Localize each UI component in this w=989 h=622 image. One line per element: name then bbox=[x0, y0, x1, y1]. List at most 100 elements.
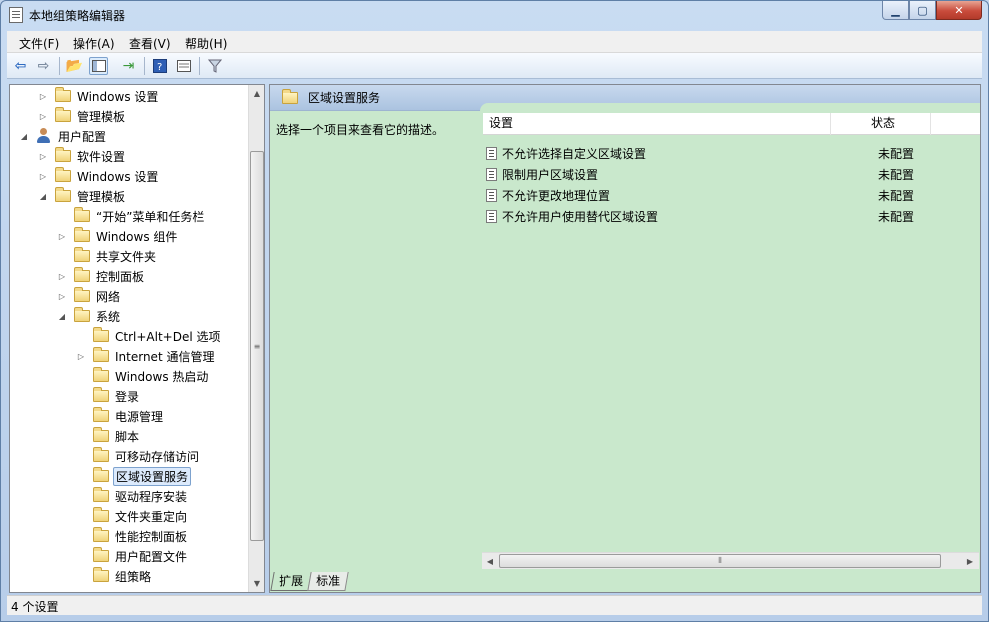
tab-extended[interactable]: 扩展 bbox=[270, 572, 312, 591]
tree-item[interactable]: 组策略 bbox=[75, 566, 153, 586]
tree-item[interactable]: ▷ Windows 设置 bbox=[37, 86, 160, 106]
tab-standard[interactable]: 标准 bbox=[307, 572, 349, 591]
scroll-left-arrow[interactable]: ◀ bbox=[482, 553, 498, 570]
horizontal-scroll-thumb[interactable]: ⦀ bbox=[499, 554, 941, 568]
up-folder-icon[interactable]: 📂 bbox=[65, 57, 84, 75]
policy-row[interactable]: 限制用户区域设置 未配置 bbox=[486, 164, 976, 185]
scroll-thumb[interactable]: ≡ bbox=[250, 151, 264, 541]
minimize-button[interactable]: ▁ bbox=[882, 1, 909, 20]
column-setting[interactable]: 设置 bbox=[483, 113, 831, 135]
tree-item-label: Ctrl+Alt+Del 选项 bbox=[115, 329, 221, 344]
column-state[interactable]: 状态 bbox=[831, 113, 931, 135]
expand-arrow-icon[interactable]: ▷ bbox=[37, 90, 49, 102]
tree-item[interactable]: 文件夹重定向 bbox=[75, 506, 189, 526]
expand-arrow-icon[interactable]: ▷ bbox=[75, 350, 87, 362]
tree-item[interactable]: 脚本 bbox=[75, 426, 141, 446]
show-hide-tree-icon[interactable] bbox=[89, 57, 108, 75]
folder-icon bbox=[93, 407, 109, 422]
forward-icon[interactable]: ⇨ bbox=[34, 57, 53, 75]
tree-item[interactable]: 电源管理 bbox=[75, 406, 165, 426]
collapse-arrow-icon[interactable]: ◢ bbox=[37, 190, 49, 202]
scroll-up-arrow[interactable]: ▲ bbox=[249, 85, 264, 102]
tab-standard-label: 标准 bbox=[316, 574, 341, 588]
tree-item[interactable]: ▷ Internet 通信管理 bbox=[75, 346, 216, 366]
expand-arrow-icon[interactable]: ▷ bbox=[56, 290, 68, 302]
help-icon[interactable]: ? bbox=[150, 57, 169, 75]
menu-file[interactable]: 文件(F) bbox=[19, 35, 59, 52]
tree-item[interactable]: ◢ 系统 bbox=[56, 306, 122, 326]
expand-arrow-icon[interactable]: ▷ bbox=[56, 270, 68, 282]
collapse-arrow-icon[interactable]: ◢ bbox=[56, 310, 68, 322]
tree-item[interactable]: 用户配置文件 bbox=[75, 546, 189, 566]
menu-action[interactable]: 操作(A) bbox=[73, 35, 115, 52]
toolbar: ⇦ ⇨ 📂 ⇥ ? bbox=[7, 53, 982, 79]
menu-help[interactable]: 帮助(H) bbox=[185, 35, 227, 52]
tree-item[interactable]: ◢ 用户配置 bbox=[18, 126, 108, 146]
scroll-down-arrow[interactable]: ▼ bbox=[249, 575, 264, 592]
policy-state: 未配置 bbox=[878, 147, 915, 161]
tree-item[interactable]: “开始”菜单和任务栏 bbox=[56, 206, 206, 226]
tree-item[interactable]: ▷ 控制面板 bbox=[56, 266, 146, 286]
tree-item[interactable]: ▷ 软件设置 bbox=[37, 146, 127, 166]
expand-arrow-icon[interactable]: ▷ bbox=[37, 170, 49, 182]
filter-icon[interactable] bbox=[205, 57, 224, 75]
policy-name: 不允许更改地理位置 bbox=[502, 189, 611, 203]
policy-row[interactable]: 不允许用户使用替代区域设置 未配置 bbox=[486, 206, 976, 227]
folder-icon bbox=[93, 327, 109, 342]
tree-item-label: 管理模板 bbox=[77, 109, 126, 124]
tree-item[interactable]: 区域设置服务 bbox=[75, 466, 192, 486]
navigation-tree[interactable]: ▷ Windows 设置 ▷ 管理模板 ◢ 用户配置 ▷ 软件设置 ▷ Windows 设置 ◢ 管理… bbox=[9, 84, 265, 593]
close-button[interactable]: ✕ bbox=[936, 1, 982, 20]
tree-item-label: 电源管理 bbox=[115, 409, 164, 424]
details-pane: 区域设置服务 选择一个项目来查看它的描述。 设置 状态 不允许选择自定义区域设置… bbox=[269, 84, 981, 593]
folder-icon bbox=[282, 88, 298, 104]
tree-item-label: Windows 热启动 bbox=[115, 369, 209, 384]
tree-item[interactable]: 性能控制面板 bbox=[75, 526, 189, 546]
tree-item[interactable]: Windows 热启动 bbox=[75, 366, 210, 386]
tree-item[interactable]: ◢ 管理模板 bbox=[37, 186, 127, 206]
toolbar-separator bbox=[199, 57, 200, 75]
policy-state: 未配置 bbox=[878, 189, 915, 203]
back-icon[interactable]: ⇦ bbox=[11, 57, 30, 75]
tree-item[interactable]: ▷ Windows 组件 bbox=[56, 226, 179, 246]
svg-text:?: ? bbox=[157, 62, 162, 73]
policy-name: 不允许用户使用替代区域设置 bbox=[502, 210, 659, 224]
export-list-icon[interactable]: ⇥ bbox=[119, 57, 138, 75]
funnel-glyph bbox=[207, 59, 222, 73]
tree-item-label: 可移动存储访问 bbox=[115, 449, 200, 464]
view-tabs: 扩展 标准 bbox=[270, 572, 349, 592]
policy-row[interactable]: 不允许更改地理位置 未配置 bbox=[486, 185, 976, 206]
scroll-right-arrow[interactable]: ▶ bbox=[962, 553, 978, 570]
tree-item[interactable]: 驱动程序安装 bbox=[75, 486, 189, 506]
tree-item[interactable]: ▷ Windows 设置 bbox=[37, 166, 160, 186]
tree-item-label: Windows 设置 bbox=[77, 169, 159, 184]
properties-view-icon[interactable] bbox=[174, 57, 193, 75]
tree-vertical-scrollbar[interactable]: ▲ ≡ ▼ bbox=[248, 85, 264, 592]
title-bar[interactable]: 本地组策略编辑器 ▁ ▢ ✕ bbox=[1, 1, 988, 31]
tree-item[interactable]: 登录 bbox=[75, 386, 141, 406]
expand-arrow-icon[interactable]: ▷ bbox=[56, 230, 68, 242]
tree-item[interactable]: Ctrl+Alt+Del 选项 bbox=[75, 326, 222, 346]
maximize-button[interactable]: ▢ bbox=[909, 1, 936, 20]
expand-arrow-icon[interactable]: ▷ bbox=[37, 110, 49, 122]
column-header: 设置 状态 bbox=[483, 113, 980, 135]
folder-icon bbox=[93, 467, 109, 482]
list-horizontal-scrollbar[interactable]: ◀ ⦀ ▶ bbox=[482, 552, 979, 569]
collapse-arrow-icon[interactable]: ◢ bbox=[18, 130, 30, 142]
tree-item[interactable]: ▷ 管理模板 bbox=[37, 106, 127, 126]
tree-item[interactable]: 可移动存储访问 bbox=[75, 446, 201, 466]
policy-row[interactable]: 不允许选择自定义区域设置 未配置 bbox=[486, 143, 976, 164]
tree-item-label: 登录 bbox=[115, 389, 140, 404]
policy-setting-icon bbox=[486, 147, 497, 160]
expand-arrow-icon[interactable]: ▷ bbox=[37, 150, 49, 162]
menu-view[interactable]: 查看(V) bbox=[129, 35, 171, 52]
folder-icon bbox=[74, 287, 90, 302]
toolbar-separator bbox=[59, 57, 60, 75]
tree-item[interactable]: ▷ 网络 bbox=[56, 286, 122, 306]
tree-item[interactable]: 共享文件夹 bbox=[56, 246, 158, 266]
